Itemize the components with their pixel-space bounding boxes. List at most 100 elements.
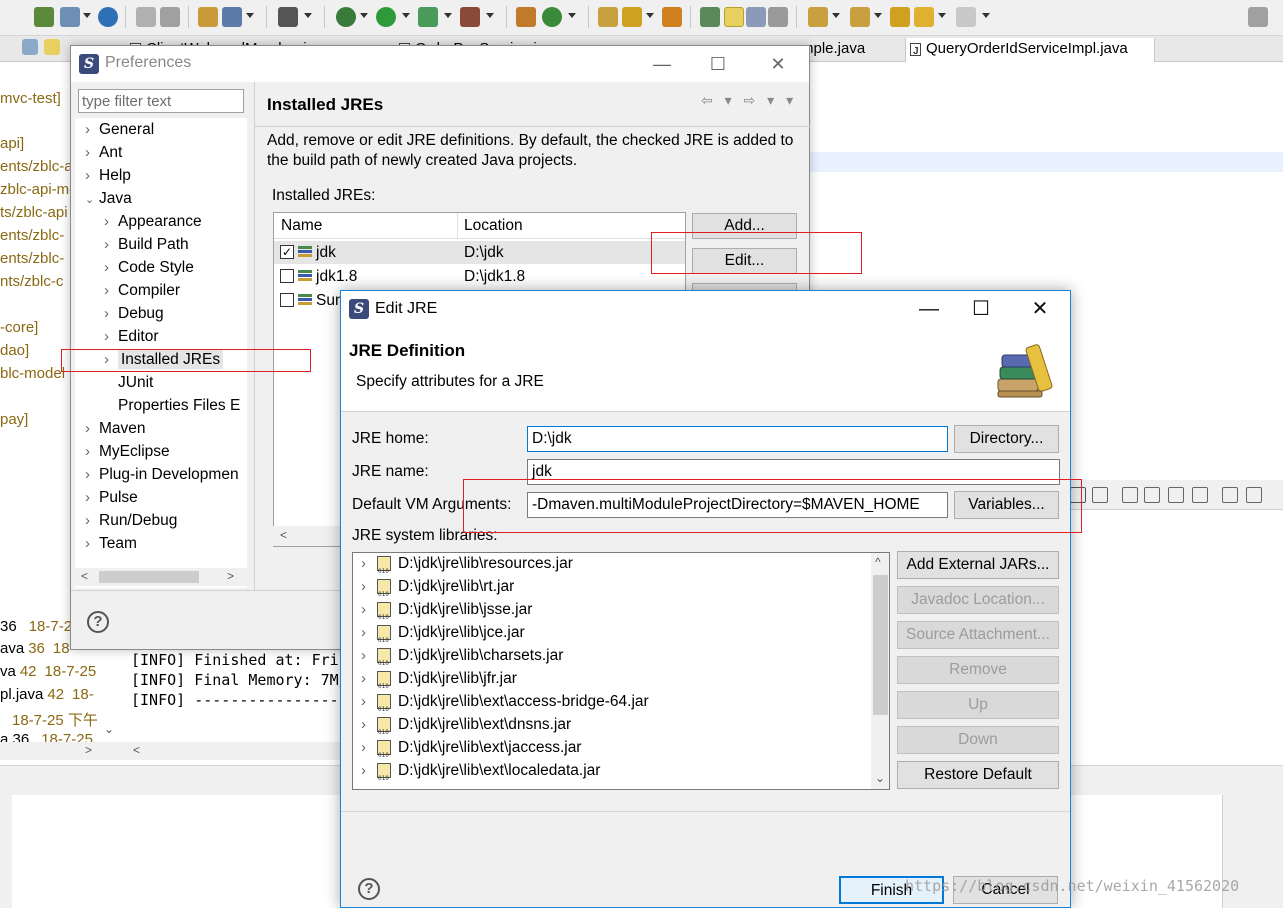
chevron-down-icon[interactable] — [402, 13, 410, 18]
chevron-right-icon[interactable]: › — [361, 621, 366, 644]
run-icon[interactable] — [376, 7, 396, 27]
remove-button[interactable]: Remove — [897, 656, 1059, 684]
chevron-right-icon[interactable]: › — [85, 440, 99, 463]
tree-item[interactable]: › Help — [85, 164, 131, 187]
close-icon[interactable]: ✕ — [1020, 295, 1060, 323]
tree-item[interactable]: › Appearance — [104, 210, 202, 233]
chevron-right-icon[interactable]: › — [361, 575, 366, 598]
jre-checkbox[interactable] — [280, 269, 294, 283]
package-explorer-item[interactable]: ents/zblc-a — [0, 158, 73, 175]
tree-item[interactable]: › MyEclipse — [85, 440, 170, 463]
package-explorer-item[interactable]: ts/zblc-api — [0, 204, 68, 221]
word-wrap-icon[interactable] — [1168, 487, 1184, 503]
chevron-right-icon[interactable]: › — [85, 532, 99, 555]
tree-item[interactable]: › Code Style — [104, 256, 194, 279]
jre-checkbox[interactable]: ✓ — [280, 245, 294, 259]
chevron-right-icon[interactable]: › — [361, 690, 366, 713]
down-button[interactable]: Down — [897, 726, 1059, 754]
scroll-down-icon[interactable]: ⌄ — [875, 771, 885, 785]
tree-item[interactable]: › Build Path — [104, 233, 189, 256]
tree-item[interactable]: › General — [85, 118, 154, 141]
chevron-right-icon[interactable]: › — [361, 736, 366, 759]
scroll-up-icon[interactable]: ^ — [875, 555, 881, 569]
tree-item[interactable]: › Run/Debug — [85, 509, 177, 532]
new-package-icon[interactable] — [516, 7, 536, 27]
package-explorer-item[interactable]: zblc-api-mo — [0, 181, 78, 198]
chevron-right-icon[interactable]: › — [361, 713, 366, 736]
link-editor-icon[interactable] — [44, 39, 60, 55]
display-console-icon[interactable] — [1222, 487, 1238, 503]
tree-item[interactable]: › Maven — [85, 417, 146, 440]
libraries-vertical-scrollbar[interactable]: ^ ⌄ — [871, 553, 889, 789]
history-row[interactable]: pl.java 42 18- — [0, 686, 94, 703]
chevron-right-icon[interactable]: › — [85, 141, 99, 164]
chevron-right-icon[interactable]: › — [85, 463, 99, 486]
show-whitespace-icon[interactable] — [768, 7, 788, 27]
scroll-left-icon[interactable]: < — [81, 569, 88, 583]
tree-item[interactable]: › Pulse — [85, 486, 138, 509]
clear-console-icon[interactable] — [1122, 487, 1138, 503]
chevron-down-icon[interactable] — [874, 13, 882, 18]
chevron-down-icon[interactable] — [246, 13, 254, 18]
chevron-down-icon[interactable] — [646, 13, 654, 18]
tree-item[interactable]: › Debug — [104, 302, 164, 325]
package-explorer-item[interactable]: -core] — [0, 319, 38, 336]
chevron-down-icon[interactable] — [444, 13, 452, 18]
add-external-jars-button[interactable]: Add External JARs... — [897, 551, 1059, 579]
history-row[interactable]: ava 36 18 — [0, 640, 70, 657]
history-navigation[interactable]: ⇦ ▾ ⇨ ▾ ▾ — [701, 92, 797, 109]
restore-default-button[interactable]: Restore Default — [897, 761, 1059, 789]
toggle-breadcrumb-icon[interactable] — [700, 7, 720, 27]
chevron-right-icon[interactable]: › — [85, 164, 99, 187]
jre-home-input[interactable]: D:\jdk — [527, 426, 948, 452]
pin-console-icon[interactable] — [1192, 487, 1208, 503]
history-row[interactable]: va 42 18-7-25 — [0, 663, 96, 680]
package-explorer-item[interactable]: pay] — [0, 411, 28, 428]
open-type-icon[interactable] — [598, 7, 618, 27]
scrollbar-thumb[interactable] — [99, 571, 199, 583]
tree-item[interactable]: JUnit — [104, 371, 153, 394]
close-icon[interactable]: ✕ — [763, 50, 793, 78]
history-row[interactable]: 18-7-25 下午 — [0, 709, 98, 730]
package-explorer-item[interactable]: ents/zblc- — [0, 250, 64, 267]
globe-icon[interactable] — [98, 7, 118, 27]
chevron-down-icon[interactable]: ⌄ — [85, 189, 99, 212]
previous-annotation-icon[interactable] — [850, 7, 870, 27]
chevron-right-icon[interactable]: › — [361, 644, 366, 667]
chevron-down-icon[interactable] — [568, 13, 576, 18]
chevron-down-icon[interactable] — [360, 13, 368, 18]
chevron-down-icon[interactable] — [938, 13, 946, 18]
help-icon[interactable]: ? — [87, 611, 109, 633]
directory-button[interactable]: Directory... — [954, 425, 1059, 453]
open-task-icon[interactable] — [662, 7, 682, 27]
pane-divider[interactable] — [254, 82, 255, 590]
tree-item[interactable]: › Editor — [104, 325, 159, 348]
external-tools-icon[interactable] — [460, 7, 480, 27]
javadoc-location-button[interactable]: Javadoc Location... — [897, 586, 1059, 614]
tree-item[interactable]: › Compiler — [104, 279, 180, 302]
package-explorer-item[interactable]: nts/zblc-c — [0, 273, 63, 290]
chevron-right-icon[interactable]: › — [104, 325, 118, 348]
tree-item[interactable]: › Plug-in Developmen — [85, 463, 239, 486]
maximize-icon[interactable]: ☐ — [961, 295, 1001, 323]
new-class-icon[interactable] — [542, 7, 562, 27]
chevron-right-icon[interactable]: › — [104, 279, 118, 302]
open-console-icon[interactable] — [1246, 487, 1262, 503]
last-edit-icon[interactable] — [890, 7, 910, 27]
deploy-icon[interactable] — [222, 7, 242, 27]
tree-item[interactable]: Properties Files E — [104, 394, 240, 417]
package-explorer-item[interactable]: ents/zblc- — [0, 227, 64, 244]
tree-item[interactable]: ⌄ Java — [85, 187, 132, 210]
chevron-right-icon[interactable]: › — [104, 233, 118, 256]
minimize-icon[interactable]: — — [909, 295, 949, 323]
tree-horizontal-scrollbar[interactable]: < > — [75, 568, 247, 586]
package-explorer-item[interactable]: dao] — [0, 342, 29, 359]
package-explorer-item[interactable]: mvc-test] — [0, 90, 61, 107]
chevron-down-icon[interactable] — [832, 13, 840, 18]
history-row[interactable]: 36 18-7-2 — [0, 618, 72, 635]
maximize-icon[interactable]: ☐ — [703, 50, 733, 78]
debug-icon[interactable] — [336, 7, 356, 27]
tree-item[interactable]: › Team — [85, 532, 137, 555]
chevron-right-icon[interactable]: › — [361, 759, 366, 782]
table-row[interactable]: ✓ jdk D:\jdk — [274, 241, 685, 264]
